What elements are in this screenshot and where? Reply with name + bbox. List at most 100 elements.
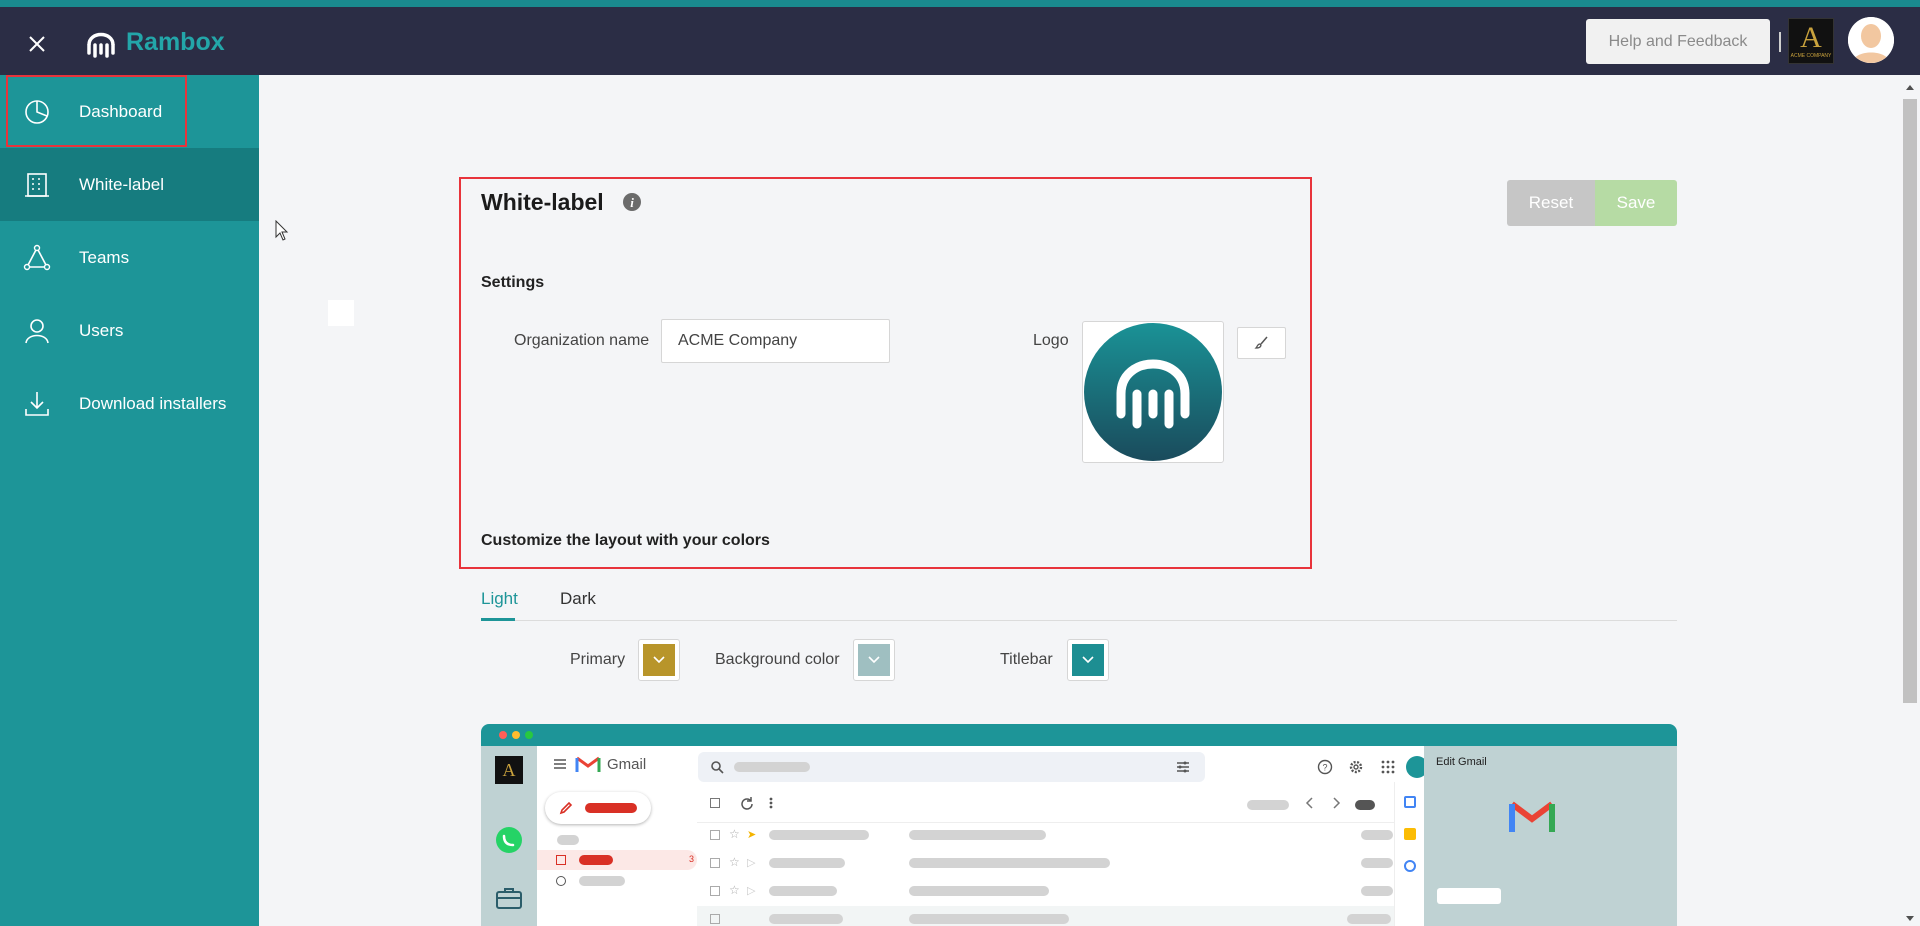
- placeholder-pill: [769, 914, 843, 924]
- placeholder-pill: [909, 886, 1049, 896]
- sidebar-item-label: White-label: [79, 174, 165, 194]
- brush-icon: [1253, 336, 1268, 349]
- edit-logo-button[interactable]: [1237, 327, 1286, 359]
- close-icon[interactable]: [22, 29, 52, 59]
- preview-edit-panel: Edit Gmail: [1424, 746, 1677, 926]
- edit-gmail-title: Edit Gmail: [1436, 756, 1487, 768]
- placeholder-pill: [557, 835, 579, 845]
- placeholder-pill: [1355, 800, 1375, 810]
- logo-label: Logo: [1033, 332, 1069, 349]
- color-swatch: [1072, 644, 1104, 676]
- titlebar-color-label: Titlebar: [1000, 651, 1053, 668]
- top-bar: Rambox Help and Feedback A ACME COMPANY: [0, 7, 1920, 75]
- top-accent-line: [0, 0, 1920, 7]
- placeholder-pill: [769, 858, 845, 868]
- preview-gmail-pane: Gmail ? 3 ☆ ➤ ☆ ▷ ☆ ▷: [537, 746, 1428, 926]
- row-checkbox: [710, 830, 720, 840]
- help-feedback-button[interactable]: Help and Feedback: [1586, 19, 1770, 64]
- more-vert-icon: [769, 797, 773, 809]
- sidebar-item-white-label[interactable]: White-label: [0, 148, 259, 221]
- scrollbar-thumb[interactable]: [1903, 99, 1917, 703]
- placeholder-pill: [1361, 830, 1393, 840]
- tab-dark[interactable]: Dark: [560, 589, 596, 609]
- placeholder-pill: [909, 830, 1046, 840]
- placeholder-pill: [734, 762, 810, 772]
- important-icon: ▷: [747, 885, 756, 897]
- side-panel: [1394, 782, 1424, 926]
- filter-icon: [1177, 761, 1189, 773]
- cursor-icon: [275, 220, 289, 241]
- scroll-up-arrow-icon[interactable]: [1905, 83, 1915, 91]
- titlebar-color-picker[interactable]: [1067, 639, 1109, 681]
- search-icon: [711, 761, 724, 774]
- primary-color-picker[interactable]: [638, 639, 680, 681]
- email-list: ☆ ➤ ☆ ▷ ☆ ▷: [697, 822, 1394, 926]
- placeholder-pill: [1247, 800, 1289, 810]
- user-icon: [25, 319, 49, 344]
- placeholder-field: [1437, 888, 1501, 904]
- sidebar-item-download-installers[interactable]: Download installers: [0, 367, 259, 440]
- page-title: White-label: [481, 189, 604, 215]
- email-row: [697, 906, 1394, 926]
- row-checkbox: [710, 886, 720, 896]
- brand-logo[interactable]: Rambox: [82, 25, 225, 59]
- team-icon: [23, 244, 51, 271]
- active-tab-indicator: [481, 618, 515, 621]
- tabs-divider: [481, 620, 1677, 621]
- star-icon: ☆: [729, 855, 740, 869]
- placeholder-pill: [585, 803, 637, 813]
- preview-search-bar: [698, 752, 1205, 782]
- gear-icon: [1349, 760, 1363, 774]
- keep-icon: [1404, 828, 1416, 840]
- reset-button[interactable]: Reset: [1507, 180, 1595, 226]
- briefcase-icon: [496, 888, 522, 909]
- whatsapp-icon: [496, 827, 522, 853]
- window-minimize-dot: [512, 731, 520, 739]
- apps-grid-icon: [1381, 760, 1395, 774]
- brand-name: Rambox: [126, 27, 225, 56]
- sidebar: Dashboard White-label Teams Users Downlo…: [0, 75, 259, 926]
- inbox-icon: [556, 855, 566, 865]
- pencil-icon: [559, 801, 573, 815]
- download-icon: [25, 392, 49, 416]
- placeholder-pill: [579, 876, 625, 886]
- tab-light[interactable]: Light: [481, 589, 518, 609]
- logo-preview: [1082, 321, 1224, 463]
- save-button[interactable]: Save: [1595, 180, 1677, 226]
- gmail-label: Gmail: [607, 756, 647, 773]
- background-color-picker[interactable]: [853, 639, 895, 681]
- placeholder-pill: [909, 858, 1110, 868]
- chevron-down-icon: [1082, 656, 1094, 664]
- tasks-icon: [1404, 860, 1416, 872]
- organization-logo[interactable]: A ACME COMPANY: [1788, 18, 1834, 64]
- avatar[interactable]: [1848, 17, 1894, 63]
- placeholder-pill: [1361, 886, 1393, 896]
- primary-color-label: Primary: [570, 651, 626, 668]
- scrollbar[interactable]: [1898, 75, 1920, 926]
- sidebar-item-label: Users: [79, 320, 124, 340]
- scroll-down-arrow-icon[interactable]: [1905, 915, 1915, 923]
- chevron-right-icon: [1333, 797, 1341, 809]
- chevron-left-icon: [1305, 797, 1313, 809]
- sidebar-item-label: Download installers: [79, 393, 227, 413]
- settings-heading: Settings: [481, 274, 545, 291]
- inbox-count: 3: [689, 854, 695, 864]
- sidebar-item-label: Teams: [79, 247, 130, 267]
- sidebar-item-teams[interactable]: Teams: [0, 221, 259, 294]
- color-swatch: [643, 644, 675, 676]
- important-icon: ▷: [747, 857, 756, 869]
- placeholder-pill: [1347, 914, 1391, 924]
- compose-button: [545, 792, 651, 824]
- sidebar-item-users[interactable]: Users: [0, 294, 259, 367]
- gmail-icon: [575, 756, 601, 772]
- inbox-row: 3: [537, 850, 697, 870]
- organization-name-input[interactable]: [661, 319, 890, 363]
- placeholder-pill: [579, 855, 613, 865]
- svg-text:?: ?: [1322, 763, 1327, 773]
- info-icon[interactable]: i: [622, 192, 642, 212]
- star-icon: ☆: [729, 827, 740, 841]
- window-close-dot: [499, 731, 507, 739]
- preview-org-logo: A: [495, 756, 523, 784]
- row-checkbox: [710, 914, 720, 924]
- placeholder-pill: [909, 914, 1069, 924]
